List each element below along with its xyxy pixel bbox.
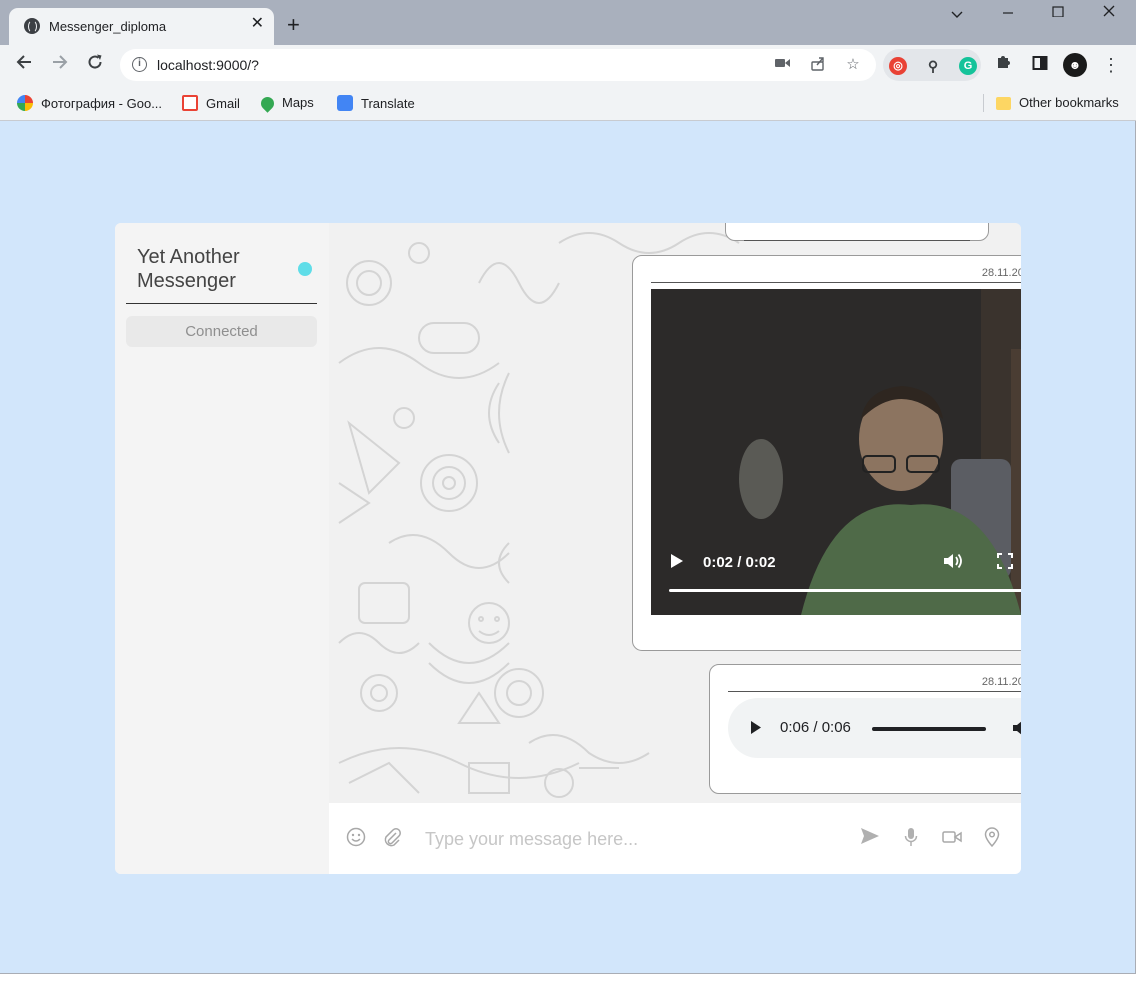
messenger-app: Yet Another Messenger Connected 28.11.20…	[115, 223, 1021, 874]
microphone-icon[interactable]	[900, 827, 922, 849]
message-timestamp: 28.11.2022, 22:34:28	[981, 676, 1021, 688]
info-icon[interactable]: i	[132, 57, 147, 72]
volume-icon[interactable]	[943, 552, 963, 575]
share-icon[interactable]	[809, 56, 827, 74]
translate-icon	[337, 95, 353, 111]
audio-time: 0:06 / 0:06	[780, 719, 851, 736]
tab-search-icon[interactable]	[937, 6, 977, 26]
tab-title: Messenger_diploma	[49, 19, 167, 34]
tab-bar: Messenger_diploma ✕ +	[0, 0, 1136, 45]
puzzle-extensions-icon[interactable]	[992, 53, 1016, 77]
title-divider	[126, 303, 317, 304]
google-photos-icon	[17, 95, 33, 111]
gmail-icon	[182, 95, 198, 111]
maximize-button[interactable]	[1038, 4, 1078, 24]
message-timestamp: 28.11.2022, 22:32:17	[981, 267, 1021, 279]
timestamp-divider	[651, 282, 1021, 283]
menu-icon[interactable]: ⋮	[1099, 53, 1123, 77]
forward-button[interactable]	[48, 53, 72, 77]
video-player[interactable]: 0:02 / 0:02 ⋮	[651, 289, 1021, 615]
bookmark-maps[interactable]: Maps	[258, 94, 314, 113]
app-title: Yet Another Messenger	[137, 246, 240, 292]
new-tab-button[interactable]: +	[287, 14, 300, 36]
profile-avatar[interactable]: ☻	[1063, 53, 1087, 77]
grammarly-icon[interactable]: G	[959, 57, 977, 75]
message-input[interactable]	[425, 823, 835, 855]
bookmark-label: Translate	[361, 96, 415, 111]
folder-icon	[996, 97, 1011, 110]
bookmark-label: Maps	[282, 95, 314, 110]
audio-progress-bar[interactable]	[872, 727, 986, 731]
url-text: localhost:9000/?	[157, 57, 259, 73]
play-icon[interactable]	[750, 720, 762, 740]
browser-window: Messenger_diploma ✕ + i localhost:9000/?…	[0, 0, 1136, 974]
key-extension-icon[interactable]: ⚲	[924, 57, 942, 75]
bookmark-translate[interactable]: Translate	[337, 95, 415, 111]
bookmark-star-icon[interactable]: ☆	[844, 56, 862, 74]
send-icon[interactable]	[859, 827, 881, 849]
timestamp-divider	[744, 240, 970, 241]
back-button[interactable]	[12, 53, 36, 77]
timestamp-divider	[728, 691, 1021, 692]
video-progress-bar[interactable]	[669, 589, 1021, 592]
bookmark-google-photos[interactable]: Фотография - Goo...	[17, 95, 162, 111]
side-panel-icon[interactable]	[1028, 53, 1052, 77]
previous-message-bubble	[725, 223, 989, 241]
globe-icon	[24, 18, 40, 34]
connection-status-badge: Connected	[126, 316, 317, 347]
reload-button[interactable]	[83, 53, 107, 77]
extensions-area: ◎ ⚲ G	[883, 49, 981, 81]
fullscreen-icon[interactable]	[997, 553, 1013, 574]
attach-icon[interactable]	[381, 827, 403, 849]
bookmark-gmail[interactable]: Gmail	[182, 95, 240, 111]
video-message-bubble: 28.11.2022, 22:32:17	[632, 255, 1021, 651]
sidebar: Yet Another Messenger Connected	[115, 223, 329, 874]
bookmark-label: Other bookmarks	[1019, 95, 1119, 110]
volume-icon[interactable]	[1012, 719, 1021, 742]
audio-player[interactable]: 0:06 / 0:06 ⋮	[728, 698, 1021, 758]
camera-in-use-icon[interactable]	[774, 56, 792, 74]
bookmark-other[interactable]: Other bookmarks	[996, 95, 1119, 110]
browser-tab[interactable]: Messenger_diploma ✕	[9, 8, 274, 45]
bookmark-label: Gmail	[206, 96, 240, 111]
play-icon[interactable]	[670, 553, 684, 574]
close-window-button[interactable]	[1089, 4, 1129, 24]
browser-toolbar: i localhost:9000/? ☆ ◎ ⚲ G ☻ ⋮	[0, 45, 1136, 86]
minimize-button[interactable]	[988, 4, 1028, 24]
status-indicator	[298, 262, 312, 276]
target-extension-icon[interactable]: ◎	[889, 57, 907, 75]
video-camera-icon[interactable]	[941, 827, 963, 849]
message-composer	[329, 803, 1021, 874]
video-time: 0:02 / 0:02	[703, 554, 776, 571]
chat-area[interactable]: 28.11.2022, 22:32:17	[329, 223, 1021, 803]
location-icon[interactable]	[981, 827, 1003, 849]
audio-message-bubble: 28.11.2022, 22:34:28 0:06 / 0:06 ⋮	[709, 664, 1021, 794]
bookmark-label: Фотография - Goo...	[41, 96, 163, 111]
emoji-icon[interactable]	[345, 827, 367, 849]
bookmarks-divider	[983, 94, 984, 112]
maps-icon	[258, 94, 277, 113]
bookmarks-bar: Фотография - Goo... Gmail Maps Translate…	[0, 86, 1136, 121]
address-bar[interactable]: i localhost:9000/? ☆	[120, 49, 876, 81]
close-tab-icon[interactable]: ✕	[251, 16, 264, 32]
